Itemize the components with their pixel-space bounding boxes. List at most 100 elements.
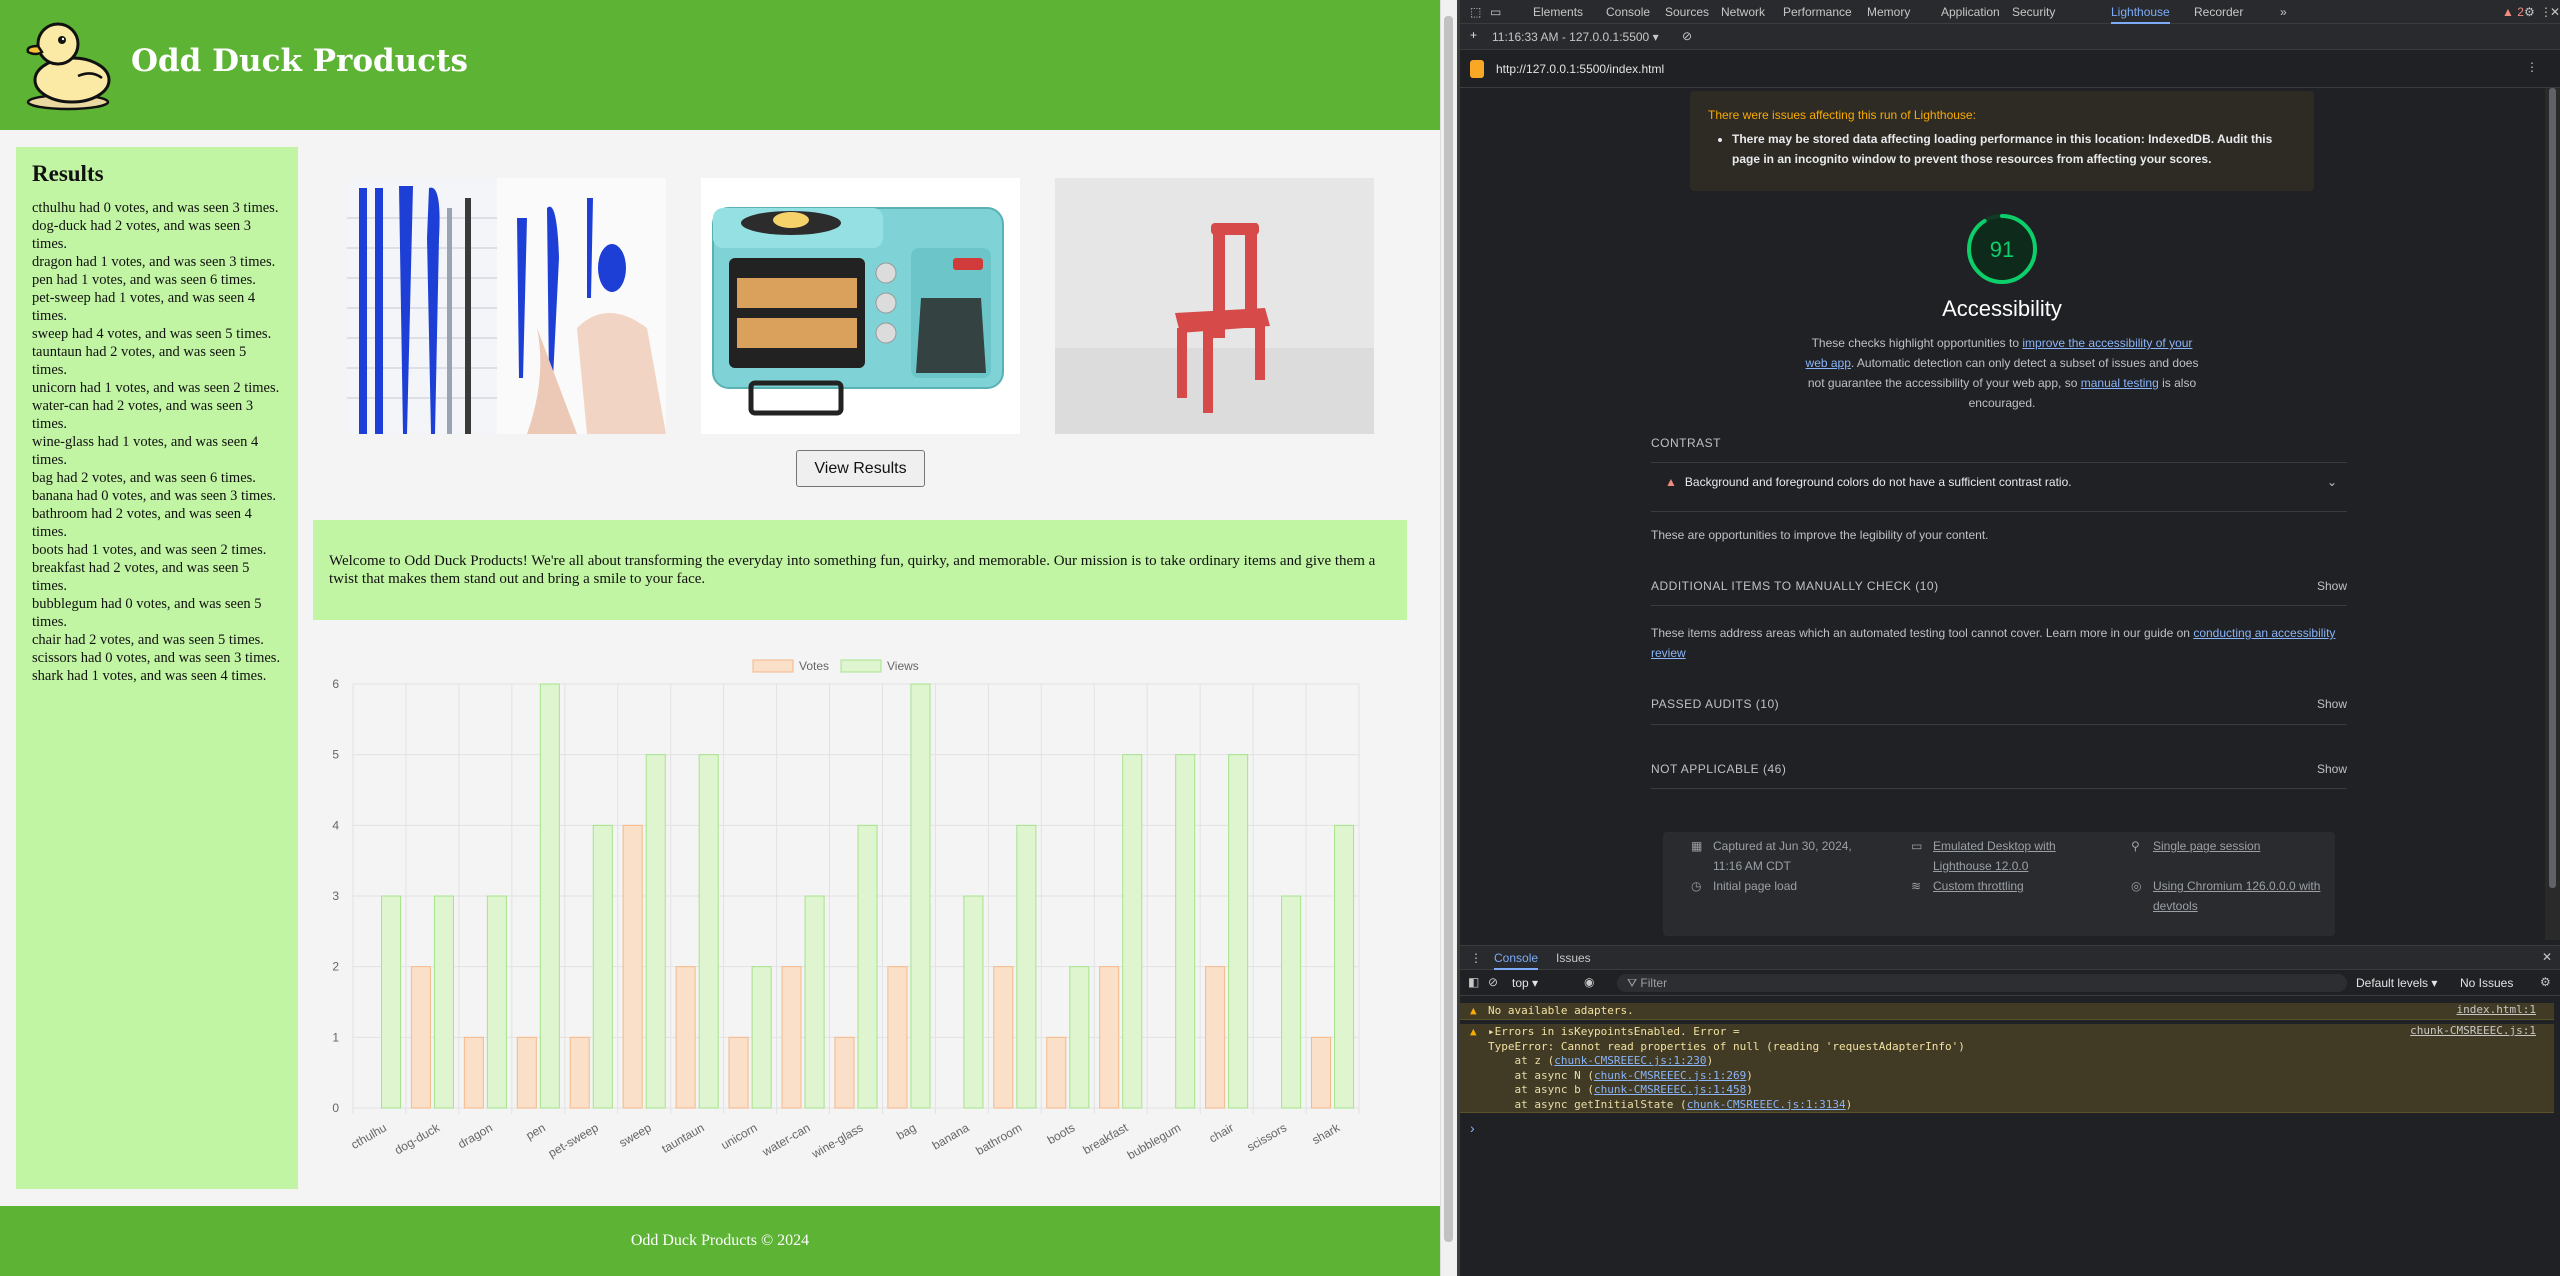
devtools-tab-memory[interactable]: Memory — [1867, 5, 1910, 19]
console-settings-icon[interactable]: ⚙ — [2540, 975, 2551, 989]
report-scrollbar-thumb[interactable] — [2549, 88, 2556, 888]
emulated-device-link[interactable]: Emulated Desktop with Lighthouse 12.0.0 — [1933, 836, 2083, 876]
warning-item: There may be stored data affecting loadi… — [1732, 129, 2296, 169]
devtools-tab-console[interactable]: Console — [1606, 5, 1650, 19]
report-menu-icon[interactable]: ⋮ — [2526, 60, 2538, 74]
warning-count-badge[interactable]: ▲ 2 — [2502, 5, 2524, 19]
not-applicable-section[interactable]: NOT APPLICABLE (46) Show — [1651, 762, 2347, 776]
votes-views-chart: Votes Views 0 1 2 3 4 5 6 cthulhu dog-duck dragon pe… — [332, 659, 1360, 1162]
session-icon: ⚲ — [2131, 839, 2140, 853]
drawer-menu-icon[interactable]: ⋮ — [1470, 951, 1482, 965]
more-tabs-icon[interactable]: » — [2280, 5, 2287, 19]
contrast-audit-row[interactable]: ▲ Background and foreground colors do not… — [1651, 475, 2347, 489]
source-link[interactable]: index.html:1 — [2457, 1003, 2536, 1018]
console-drawer: ⋮ Console Issues ✕ ◧ ⊘ top ▾ ◉ ⛛ Filter … — [1460, 945, 2560, 1276]
drawer-tab-console[interactable]: Console — [1494, 951, 1539, 970]
devtools-tab-recorder[interactable]: Recorder — [2194, 5, 2243, 19]
product-image-breakfast[interactable] — [701, 178, 1020, 434]
sidebar-toggle-icon[interactable]: ◧ — [1468, 975, 1479, 989]
passed-audits-section[interactable]: PASSED AUDITS (10) Show — [1651, 697, 2347, 711]
product-image-pen[interactable] — [347, 178, 666, 434]
devtools-tab-sources[interactable]: Sources — [1665, 5, 1709, 19]
drawer-tab-bar: ⋮ Console Issues ✕ — [1460, 946, 2560, 970]
context-selector[interactable]: top ▾ — [1512, 976, 1538, 990]
x-tick-label: bathroom — [973, 1120, 1024, 1157]
devtools-tab-application[interactable]: Application — [1941, 5, 2000, 19]
console-filter-input[interactable]: ⛛ Filter — [1617, 974, 2347, 992]
x-tick-label: dragon — [456, 1120, 495, 1151]
score-value: 91 — [1990, 237, 2014, 262]
device-toggle-icon[interactable]: ▭ — [1490, 5, 1501, 19]
bar-votes — [569, 1036, 590, 1109]
lighthouse-toolbar: + 11:16:33 AM - 127.0.0.1:5500 ▾ ⊘ — [1460, 24, 2560, 50]
view-results-button[interactable]: View Results — [796, 450, 925, 487]
site-footer: Odd Duck Products © 2024 — [0, 1206, 1440, 1276]
bar-votes — [622, 824, 643, 1109]
result-item: bathroom had 2 votes, and was seen 4 tim… — [32, 506, 252, 540]
session-link[interactable]: Single page session — [2153, 836, 2260, 856]
console-warning-no-adapters: ▲ No available adapters. index.html:1 — [1460, 1003, 2554, 1020]
drawer-tab-issues[interactable]: Issues — [1556, 951, 1591, 965]
devtools-tab-elements[interactable]: Elements — [1533, 5, 1583, 19]
manual-testing-link[interactable]: manual testing — [2081, 376, 2159, 390]
bar-views — [645, 754, 666, 1109]
live-expression-eye-icon[interactable]: ◉ — [1584, 975, 1594, 989]
results-title: Results — [32, 161, 104, 186]
devtools-tab-performance[interactable]: Performance — [1783, 5, 1852, 19]
clear-reports-icon[interactable]: ⊘ — [1682, 29, 1692, 43]
devtools-tab-network[interactable]: Network — [1721, 5, 1765, 19]
report-scrollbar[interactable] — [2545, 88, 2560, 940]
passed-audits-heading: PASSED AUDITS (10) — [1651, 697, 1780, 711]
result-item: pen had 1 votes, and was seen 6 times. — [32, 272, 256, 288]
lighthouse-icon — [1470, 60, 1484, 78]
report-selector[interactable]: 11:16:33 AM - 127.0.0.1:5500 ▾ — [1492, 30, 1659, 44]
bar-votes — [834, 1036, 855, 1109]
manual-show-button[interactable]: Show — [2317, 579, 2347, 593]
result-item: boots had 1 votes, and was seen 2 times. — [32, 542, 267, 558]
source-link[interactable]: chunk-CMSREEEC.js:1 — [2410, 1024, 2536, 1039]
page-scrollbar-thumb[interactable] — [1444, 16, 1453, 1242]
inspect-icon[interactable]: ⬚ — [1470, 5, 1481, 19]
close-devtools-icon[interactable]: ✕ — [2550, 5, 2560, 19]
site-header: Odd Duck Products — [0, 0, 1440, 130]
x-tick-label: breakfast — [1080, 1120, 1130, 1157]
stack-frame: at async N (chunk-CMSREEEC.js:1:269) — [1488, 1069, 2554, 1084]
product-image-chair[interactable] — [1055, 178, 1374, 434]
duck-logo-icon — [26, 22, 111, 111]
settings-icon[interactable]: ⚙ — [2524, 5, 2535, 19]
legend-label-views: Views — [887, 659, 919, 673]
manual-note-text: These items address areas which an autom… — [1651, 626, 2194, 640]
stack-frame-link[interactable]: chunk-CMSREEEC.js:1:458 — [1594, 1083, 1746, 1096]
context-value: top — [1512, 976, 1529, 990]
x-tick-label: bubblegum — [1125, 1120, 1183, 1162]
chevron-down-icon[interactable]: ⌄ — [2327, 475, 2337, 489]
console-prompt[interactable]: › — [1470, 1120, 1475, 1136]
issues-counter[interactable]: No Issues — [2460, 976, 2513, 990]
contrast-note: These are opportunities to improve the l… — [1651, 528, 1989, 542]
x-tick-label: cthulhu — [348, 1120, 389, 1151]
log-levels-dropdown[interactable]: Default levels ▾ — [2356, 976, 2437, 990]
manual-check-section[interactable]: ADDITIONAL ITEMS TO MANUALLY CHECK (10) S… — [1651, 579, 2347, 593]
close-drawer-icon[interactable]: ✕ — [2542, 950, 2552, 964]
stack-frame: at async b (chunk-CMSREEEC.js:1:458) — [1488, 1083, 2554, 1098]
stack-frame-link[interactable]: chunk-CMSREEEC.js:1:230 — [1554, 1054, 1706, 1067]
bar-votes — [1310, 1036, 1332, 1109]
expand-arrow-icon[interactable]: ▸ — [1488, 1025, 1495, 1038]
clear-console-icon[interactable]: ⊘ — [1488, 975, 1498, 989]
stack-frame-link[interactable]: chunk-CMSREEEC.js:1:3134 — [1687, 1098, 1846, 1111]
passed-show-button[interactable]: Show — [2317, 697, 2347, 711]
stack-frame-text: ) — [1845, 1097, 1853, 1111]
divider — [1651, 462, 2347, 463]
new-report-icon[interactable]: + — [1470, 28, 1477, 42]
lighthouse-warning-box: There were issues affecting this run of … — [1690, 91, 2314, 191]
browser-version-link[interactable]: Using Chromium 126.0.0.0 with devtools — [2153, 876, 2333, 916]
throttling-link[interactable]: Custom throttling — [1933, 876, 2024, 896]
devtools-tab-security[interactable]: Security — [2012, 5, 2055, 19]
devtools-tab-lighthouse[interactable]: Lighthouse — [2111, 5, 2170, 24]
na-show-button[interactable]: Show — [2317, 762, 2347, 776]
stack-frame-text: at async b ( — [1488, 1083, 1594, 1096]
stack-frame-link[interactable]: chunk-CMSREEEC.js:1:269 — [1594, 1069, 1746, 1082]
bar-views — [1016, 824, 1037, 1109]
x-tick-label: dog-duck — [392, 1120, 443, 1157]
x-tick-label: chair — [1207, 1120, 1237, 1145]
